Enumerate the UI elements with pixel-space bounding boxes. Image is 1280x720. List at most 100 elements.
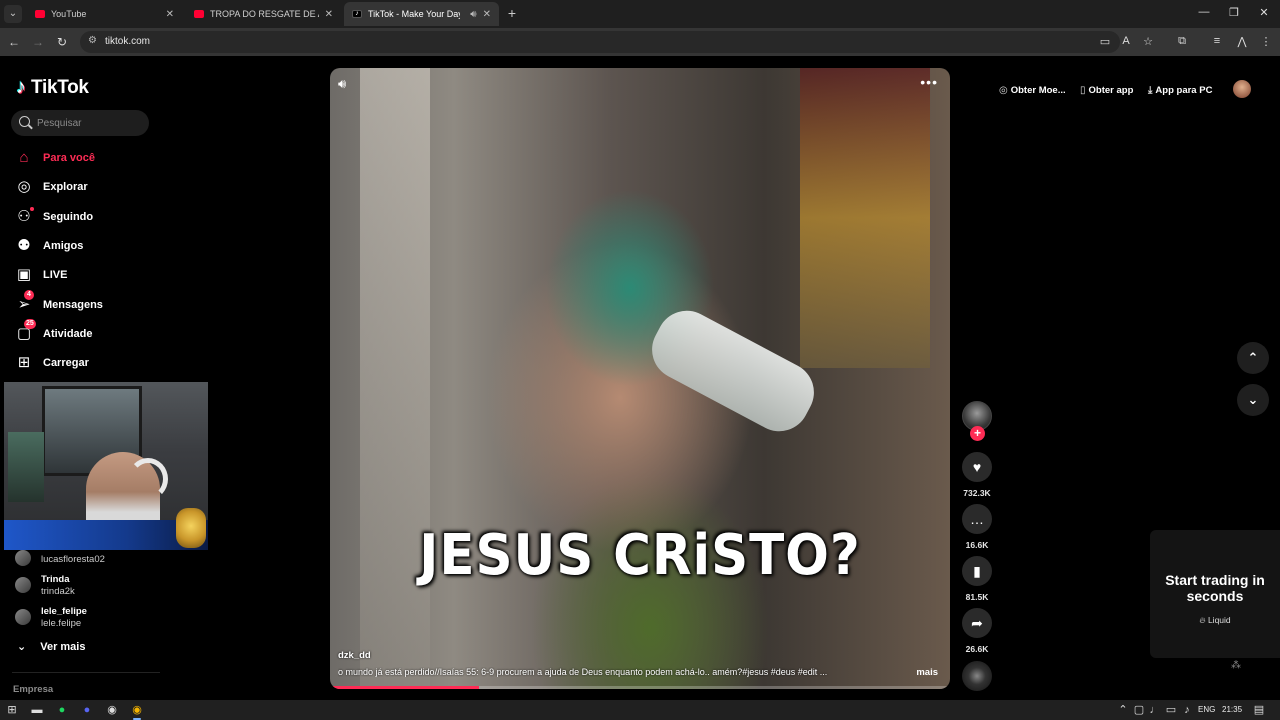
description-more-button[interactable]: mais	[916, 667, 938, 678]
tab-tropa[interactable]: TROPA DO RESGATE DE ARARU ✕	[186, 2, 341, 26]
restore-icon[interactable]: ❐	[1227, 6, 1241, 19]
tab-strip: ⌄ YouTube ✕ TROPA DO RESGATE DE ARARU ✕ …	[0, 0, 1280, 28]
ad-brand: 🔥︎ Liquid	[1199, 615, 1231, 625]
tab-youtube[interactable]: YouTube ✕	[27, 2, 182, 26]
speaker-icon[interactable]: ♪	[1180, 703, 1194, 717]
avatar	[15, 577, 31, 593]
live-icon: ▣	[16, 266, 32, 283]
back-icon[interactable]: ←	[6, 33, 22, 51]
profile-extension-icon[interactable]: ⋀	[1235, 35, 1249, 48]
share-count: 26.6K	[965, 644, 989, 654]
tab-tiktok[interactable]: ♪ TikTok - Make Your Day 🔊︎ ✕	[344, 2, 499, 26]
forward-icon[interactable]: →	[30, 33, 46, 51]
reload-icon[interactable]: ↻	[54, 33, 70, 51]
search-icon[interactable]	[19, 116, 30, 127]
account-handle: lele.felipe	[41, 618, 82, 629]
network-icon[interactable]: ▭	[1164, 703, 1178, 717]
bookmark-star-icon[interactable]: ☆	[1141, 35, 1155, 48]
url-text[interactable]: tiktok.com	[105, 36, 150, 47]
video-author[interactable]: dzk_dd	[338, 650, 371, 661]
webcam-background	[8, 432, 44, 502]
chrome-icon[interactable]: ◉	[130, 703, 144, 720]
tab-audio-icon[interactable]: 🔊︎	[470, 9, 476, 20]
tab-search-button[interactable]: ⌄	[4, 5, 22, 23]
volume-icon[interactable]: 🔊︎	[338, 76, 346, 92]
clock[interactable]: 21:35	[1222, 705, 1242, 714]
extensions-icon[interactable]: ⧉	[1175, 35, 1189, 48]
video-player[interactable]: JESUS CRiSTO? 🔊︎ ••• dzk_dd o mundo já e…	[330, 68, 950, 689]
close-tab-icon[interactable]: ✕	[483, 9, 491, 20]
minimize-icon[interactable]: —	[1197, 6, 1211, 18]
windows-start-icon[interactable]: ⊞	[5, 703, 19, 717]
following-account[interactable]: lele_felipe lele.felipe	[15, 602, 185, 632]
heart-icon: ♥	[972, 459, 982, 475]
get-coins-button[interactable]: ◎ Obter Moe...	[999, 82, 1066, 98]
media-control-icon[interactable]: ≡	[1210, 35, 1224, 47]
youtube-icon	[35, 10, 45, 18]
nav-messages[interactable]: ➢ 4 Mensagens	[15, 290, 195, 317]
spotify-icon[interactable]: ●	[55, 703, 69, 717]
profile-avatar[interactable]	[1233, 80, 1251, 98]
pc-app-button[interactable]: ⤓ App para PC	[1148, 82, 1212, 98]
language-indicator[interactable]: ENG	[1198, 705, 1215, 714]
translate-icon[interactable]: A	[1119, 35, 1133, 47]
comment-button[interactable]: …	[962, 504, 992, 534]
get-app-button[interactable]: ▯ Obter app	[1080, 82, 1133, 98]
following-account[interactable]: lucasfloresta02	[15, 543, 185, 573]
microphone-icon[interactable]: ♩	[1148, 703, 1162, 717]
search-box[interactable]	[11, 110, 149, 136]
tab-title: TikTok - Make Your Day	[368, 9, 461, 19]
nav-label: Seguindo	[43, 211, 94, 223]
ad-title: Start trading in seconds	[1165, 572, 1265, 604]
video-progress-bar[interactable]	[330, 686, 950, 689]
tiktok-logo[interactable]: ♪ TikTok	[16, 76, 89, 99]
cast-icon[interactable]: ▭	[1098, 35, 1112, 48]
more-options-icon[interactable]: •••	[920, 74, 938, 90]
tray-app-icon[interactable]: ▢	[1132, 703, 1146, 717]
following-account[interactable]: Trinda trinda2k	[15, 570, 185, 600]
like-button[interactable]: ♥	[962, 452, 992, 482]
nav-activity[interactable]: ▢ 25 Atividade	[15, 319, 195, 346]
following-icon: ⚇	[15, 207, 34, 226]
obs-icon[interactable]: ◉	[105, 703, 119, 717]
share-button[interactable]: ➦	[962, 608, 992, 638]
nav-live[interactable]: ▣ LIVE	[15, 263, 195, 287]
get-coins-label: Obter Moe...	[1010, 84, 1066, 96]
chevron-down-icon: ⌄	[17, 641, 27, 653]
browser-menu-icon[interactable]: ⋮	[1259, 35, 1273, 48]
file-explorer-icon[interactable]: ▬	[30, 703, 44, 717]
bookmark-icon: ▮	[973, 563, 981, 579]
nav-upload[interactable]: ⊞ Carregar	[15, 351, 195, 375]
close-tab-icon[interactable]: ✕	[166, 9, 174, 20]
nav-explore[interactable]: ◎ Explorar	[15, 175, 195, 199]
account-handle: trinda2k	[41, 586, 75, 597]
site-info-icon[interactable]: ⚙	[88, 35, 97, 46]
follow-plus-icon[interactable]: +	[970, 426, 985, 441]
video-description: o mundo já está perdido//Isaías 55: 6-9 …	[338, 667, 828, 677]
nav-friends[interactable]: ⚉ Amigos	[15, 234, 195, 258]
save-button[interactable]: ▮	[962, 556, 992, 586]
address-bar[interactable]: ⚙ tiktok.com	[80, 31, 1120, 53]
discord-icon[interactable]: ●	[80, 703, 94, 717]
video-frame-storefront	[800, 68, 930, 368]
close-tab-icon[interactable]: ✕	[325, 9, 333, 20]
search-input[interactable]	[37, 114, 142, 132]
footer-link-company[interactable]: Empresa	[13, 684, 53, 695]
windows-taskbar: ⊞ ▬ ● ● ◉ ◉ ⌃ ▢ ♩ ▭ ♪ ENG 21:35 ▤	[0, 700, 1280, 720]
ad-banner[interactable]: Start trading in seconds 🔥︎ Liquid	[1150, 530, 1280, 658]
new-tab-icon[interactable]: +	[505, 5, 519, 21]
previous-video-button[interactable]: ⌃	[1237, 342, 1269, 374]
nav-label: Atividade	[43, 328, 93, 340]
nav-following[interactable]: ⚇ Seguindo	[15, 205, 195, 229]
nav-label: Carregar	[43, 357, 89, 369]
nav-for-you[interactable]: ⌂ Para você	[15, 146, 195, 170]
see-more-button[interactable]: ⌄ Ver mais	[17, 640, 85, 654]
close-window-icon[interactable]: ✕	[1257, 6, 1271, 19]
video-frame-bottle	[641, 300, 825, 442]
tray-overflow-icon[interactable]: ⌃	[1116, 703, 1130, 717]
music-disc-icon[interactable]	[962, 661, 992, 691]
account-name: Trinda	[41, 574, 70, 585]
next-video-button[interactable]: ⌄	[1237, 384, 1269, 416]
notifications-icon[interactable]: ▤	[1252, 703, 1266, 717]
webcam-overlay	[4, 382, 208, 550]
